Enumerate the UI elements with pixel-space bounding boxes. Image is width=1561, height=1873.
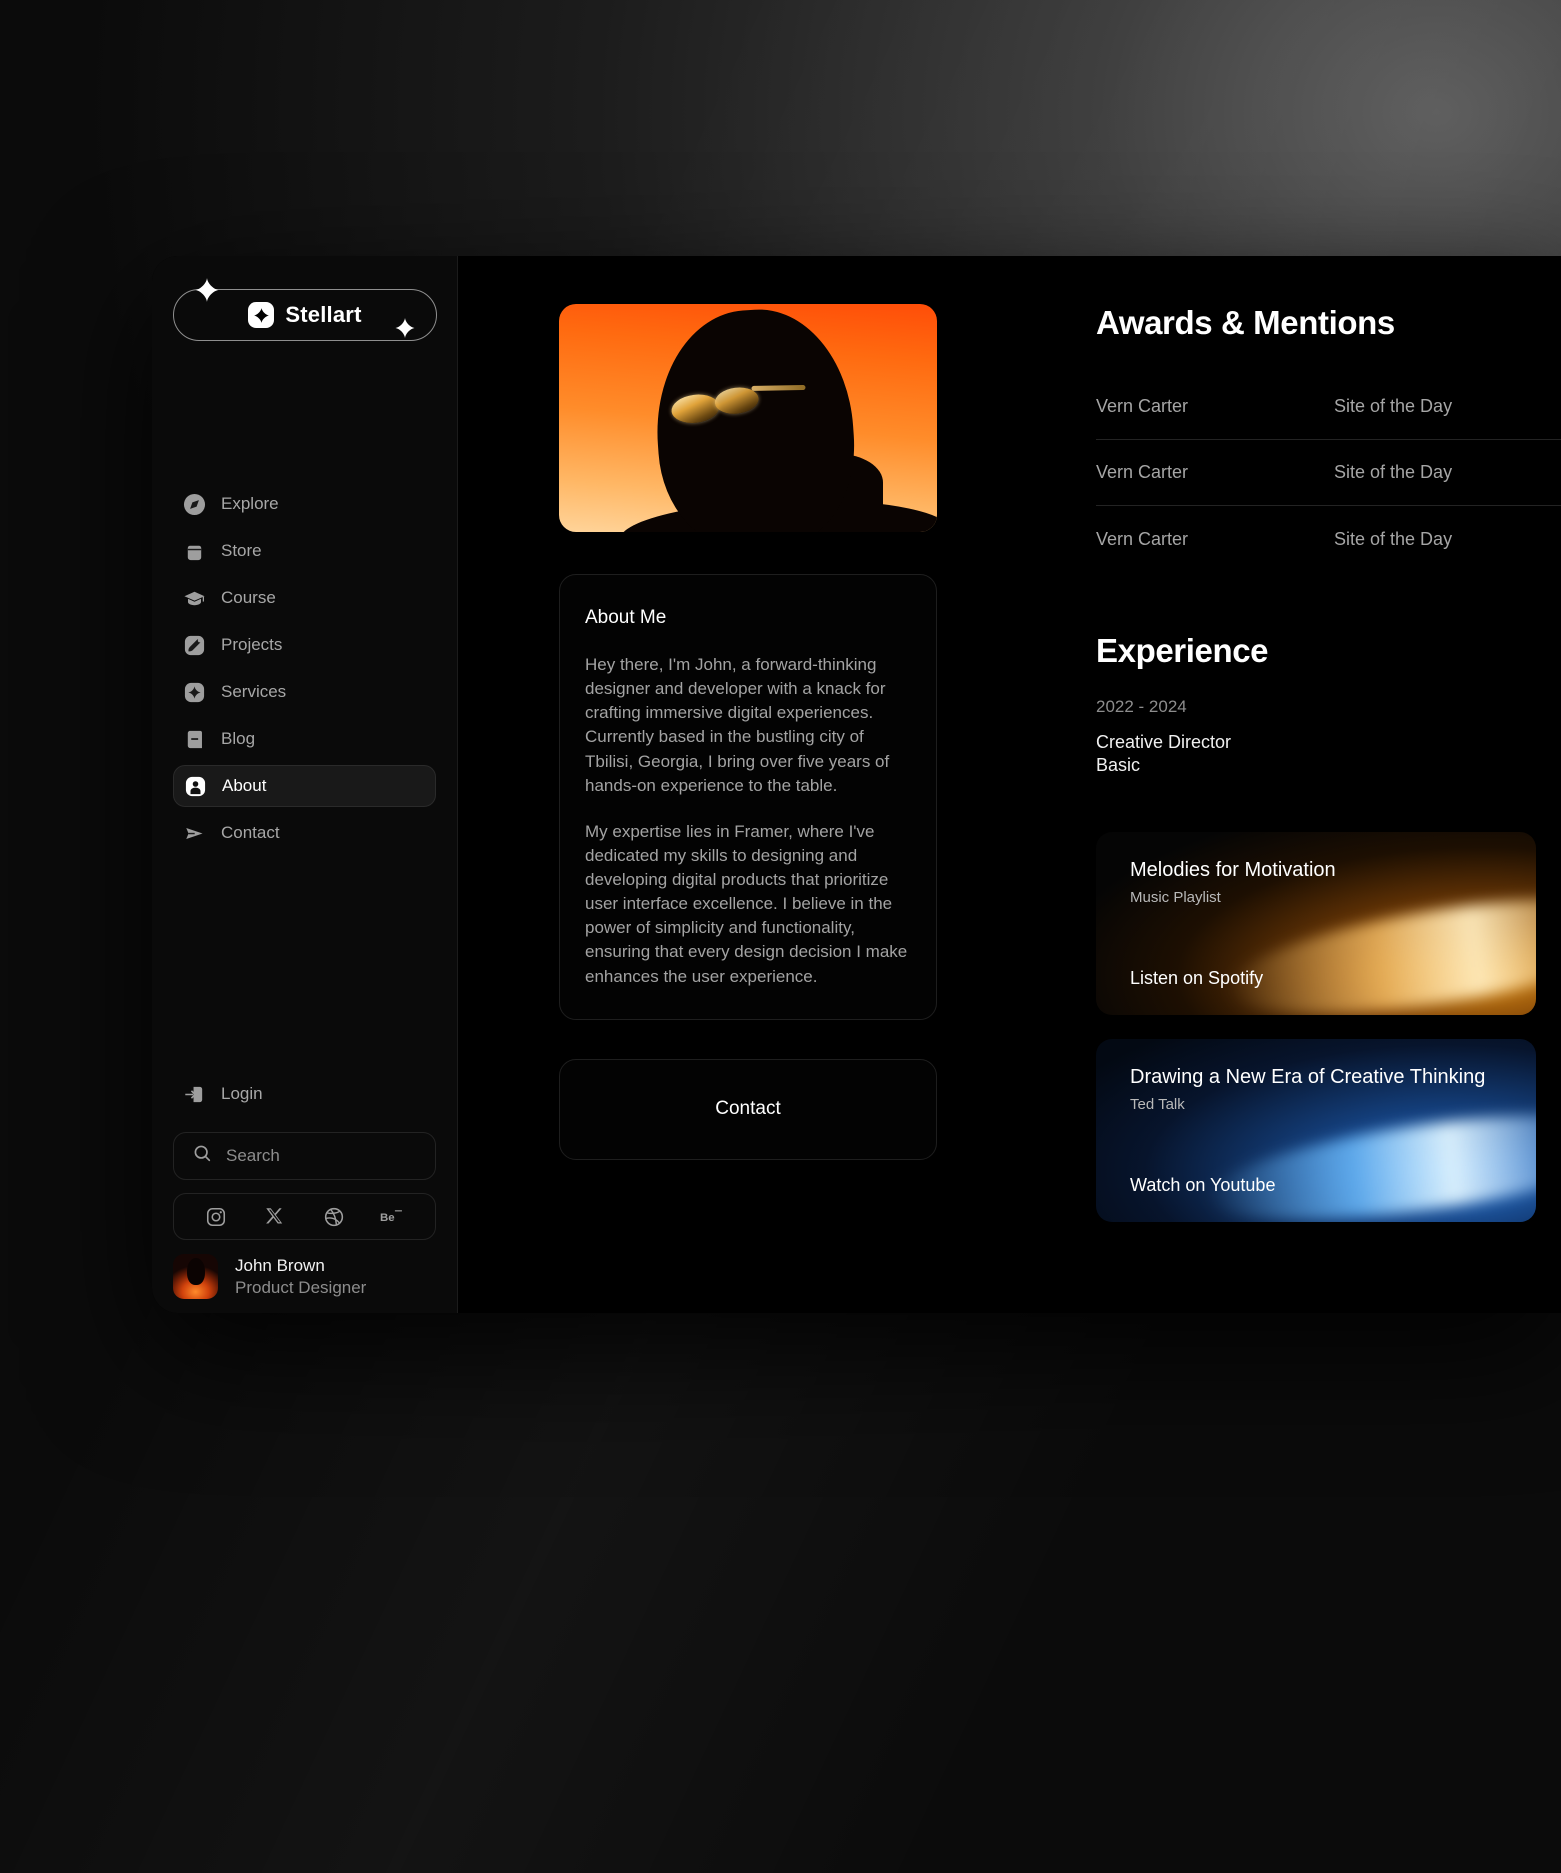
sidebar-item-contact[interactable]: Contact [173,812,436,854]
sparkle-icon [183,681,206,704]
graduation-cap-icon [183,587,206,610]
sidebar-item-blog[interactable]: Blog [173,718,436,760]
award-name: Vern Carter [1096,462,1189,482]
media-card-youtube[interactable]: Drawing a New Era of Creative Thinking T… [1096,1039,1536,1222]
sidebar-item-store[interactable]: Store [173,530,436,572]
about-me-card: About Me Hey there, I'm John, a forward-… [559,574,937,1020]
login-arrow-icon [183,1083,206,1106]
sidebar-item-projects[interactable]: Projects [173,624,436,666]
profile-name: John Brown [235,1256,325,1276]
sidebar-bottom: Login Search Be John Brown Product Desig… [173,1073,436,1299]
send-icon [183,822,206,845]
media-subtitle: Ted Talk [1130,1095,1185,1113]
media-subtitle: Music Playlist [1130,888,1221,906]
search-placeholder: Search [226,1146,280,1165]
sidebar-item-services[interactable]: Services [173,671,436,713]
media-card-spotify[interactable]: Melodies for Motivation Music Playlist L… [1096,832,1536,1015]
search-input[interactable]: Search [173,1132,436,1180]
about-me-paragraph-2: My expertise lies in Framer, where I've … [585,821,908,986]
media-cta-spotify[interactable]: Listen on Spotify [1130,968,1263,989]
sidebar-item-about[interactable]: About [173,765,436,807]
sidebar-item-label: Course [221,588,276,607]
award-site: Site of the Day [1334,462,1453,482]
sparkle-icon [248,302,275,328]
media-cta-youtube[interactable]: Watch on Youtube [1130,1175,1275,1196]
experience-company: Basic [1096,755,1141,776]
profile-card[interactable]: John Brown Product Designer [173,1254,436,1299]
media-title: Drawing a New Era of Creative Thinking [1130,1065,1486,1088]
pencil-icon [183,634,206,657]
search-icon [192,1143,213,1169]
sidebar-item-label: Blog [221,729,256,748]
sidebar-item-label: About [222,776,267,795]
login-button[interactable]: Login [173,1073,436,1115]
table-row[interactable]: Vern Carter Site of the Day [1096,440,1561,506]
awards-title: Awards & Mentions [1096,304,1395,341]
sidebar-nav: Explore Store Course Projects Services B… [173,483,436,854]
award-site: Site of the Day [1334,396,1453,416]
sidebar-item-explore[interactable]: Explore [173,483,436,525]
instagram-icon[interactable] [203,1204,229,1230]
book-icon [183,728,206,751]
social-links: Be [173,1193,436,1240]
right-panel: Awards & Mentions Vern Carter Site of th… [1048,256,1561,1313]
behance-icon[interactable]: Be [380,1204,406,1230]
sidebar: Stellart Explore Store Course Projects S… [152,256,458,1313]
sidebar-item-course[interactable]: Course [173,577,436,619]
brand-logo[interactable]: Stellart [173,278,437,341]
award-site: Site of the Day [1334,528,1453,549]
svg-text:Be: Be [380,1211,395,1223]
user-icon [184,775,207,798]
about-me-title: About Me [585,607,667,628]
sidebar-item-label: Store [221,541,262,560]
experience-role: Creative Director [1096,732,1232,752]
bag-icon [183,540,206,563]
sidebar-item-label: Projects [221,635,283,654]
media-title: Melodies for Motivation [1130,858,1336,881]
award-name: Vern Carter [1096,396,1189,416]
compass-icon [183,493,206,516]
brand-name: Stellart [285,302,362,327]
x-twitter-icon[interactable] [262,1204,288,1230]
main-content: About Me Hey there, I'm John, a forward-… [458,256,1048,1313]
avatar [173,1254,218,1299]
sidebar-item-label: Contact [221,823,280,842]
hero-image [559,304,937,532]
contact-button[interactable]: Contact [559,1058,937,1160]
dribbble-icon[interactable] [321,1204,347,1230]
award-name: Vern Carter [1096,528,1189,549]
experience-title: Experience [1096,632,1269,669]
table-row[interactable]: Vern Carter Site of the Day [1096,506,1561,572]
table-row[interactable]: Vern Carter Site of the Day [1096,374,1561,440]
about-me-paragraph-1: Hey there, I'm John, a forward-thinking … [585,655,890,795]
sidebar-item-label: Services [221,682,287,701]
portfolio-app-window: Stellart Explore Store Course Projects S… [152,256,1561,1313]
light-streak-decoration [1202,1094,1536,1222]
sidebar-item-label: Explore [221,494,279,513]
contact-button-label: Contact [715,1098,781,1120]
profile-role: Product Designer [235,1277,367,1297]
login-label: Login [221,1084,263,1103]
experience-date: 2022 - 2024 [1096,697,1187,716]
brand-logo-pill[interactable]: Stellart [173,289,437,341]
